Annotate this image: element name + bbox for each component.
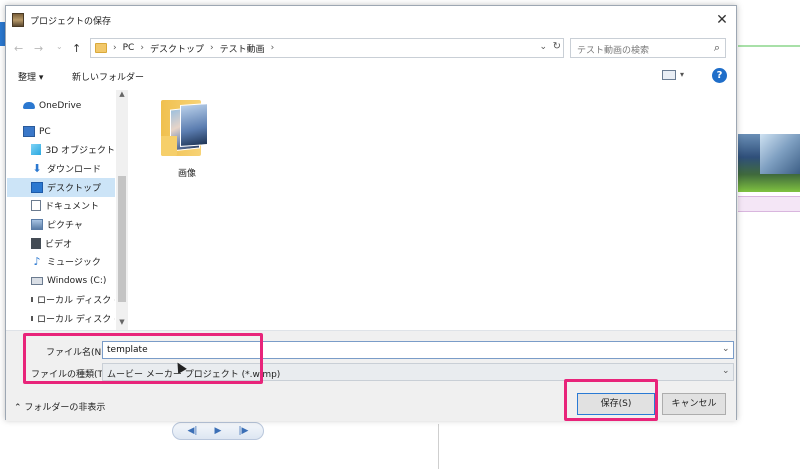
folder-preview-image: [180, 103, 208, 147]
breadcrumb-separator[interactable]: ›: [210, 43, 214, 53]
search-input[interactable]: テスト動画の検索 ⌕: [570, 38, 726, 58]
sidebar-item-label: ドキュメント: [45, 202, 100, 212]
sidebar-item-label: PC: [39, 126, 51, 137]
sidebar-item-label: デスクトップ: [47, 184, 102, 194]
video-icon: [31, 238, 41, 249]
save-project-dialog: プロジェクトの保存 ✕ ← → ⌄ ↑ › PC › デスクトップ › テスト動…: [5, 5, 737, 421]
help-icon[interactable]: ?: [712, 68, 727, 83]
annotation-highlight-save: [564, 379, 658, 421]
chevron-up-icon: ⌃: [14, 403, 22, 413]
recent-locations-icon[interactable]: ⌄: [56, 42, 63, 51]
sidebar-item-music[interactable]: ♪ ミュージック: [7, 252, 115, 271]
hide-folders-toggle[interactable]: ⌃ フォルダーの非表示: [14, 400, 105, 413]
download-icon: ⬇: [32, 162, 42, 175]
breadcrumb-test-video[interactable]: テスト動画: [220, 42, 265, 55]
folder-front-flap: [161, 136, 177, 156]
view-options-icon[interactable]: [662, 70, 676, 80]
breadcrumb-separator[interactable]: ›: [271, 43, 275, 53]
video-thumbnail: [760, 134, 800, 174]
sidebar-item-label: ローカル ディスク (E: [37, 315, 115, 325]
sidebar-item-label: ビデオ: [45, 240, 73, 250]
computer-icon: [23, 126, 35, 137]
chevron-down-icon[interactable]: ▾: [680, 70, 684, 79]
refresh-icon[interactable]: ↻: [553, 41, 561, 52]
drive-icon: [31, 276, 43, 285]
dialog-titlebar: プロジェクトの保存 ✕: [6, 6, 736, 34]
previous-frame-icon[interactable]: ◀|: [188, 426, 198, 436]
sidebar-item-label: ピクチャ: [47, 221, 83, 231]
sidebar-item-label: ダウンロード: [47, 165, 102, 175]
sidebar-item-label: ミュージック: [47, 258, 101, 268]
sidebar-item-onedrive[interactable]: OneDrive: [7, 96, 115, 115]
hide-folders-label: フォルダーの非表示: [24, 403, 106, 413]
breadcrumb-separator[interactable]: ›: [113, 43, 117, 53]
sidebar-item-local-disk-e[interactable]: ローカル ディスク (E: [7, 309, 115, 328]
forward-arrow-icon[interactable]: →: [34, 42, 43, 55]
search-placeholder: テスト動画の検索: [577, 46, 650, 56]
back-arrow-icon[interactable]: ←: [14, 42, 23, 55]
folder-item[interactable]: 画像: [156, 96, 218, 184]
playback-controls[interactable]: ◀| ▶ |▶: [172, 422, 264, 440]
address-bar[interactable]: › PC › デスクトップ › テスト動画 › ⌄ ↻: [90, 38, 564, 58]
cloud-icon: [23, 102, 35, 109]
annotation-highlight-form: [23, 333, 263, 384]
chevron-down-icon[interactable]: ⌄: [722, 344, 730, 354]
chevron-down-icon[interactable]: ▼: [116, 318, 128, 330]
folder-label: 画像: [177, 169, 196, 179]
breadcrumb-desktop[interactable]: デスクトップ: [150, 42, 204, 55]
document-icon: [31, 200, 41, 211]
navigation-pane: OneDrive PC 3D オブジェクト ⬇ ダウンロード デスクトップ ドキ…: [7, 90, 115, 330]
search-icon[interactable]: ⌕: [714, 41, 720, 55]
sidebar-item-windows-c[interactable]: Windows (C:): [7, 271, 115, 290]
cube-icon: [31, 144, 42, 155]
navigation-scrollbar[interactable]: ▲ ▼: [116, 90, 128, 330]
sidebar-item-desktop[interactable]: デスクトップ: [7, 178, 115, 197]
breadcrumb-separator[interactable]: ›: [140, 43, 144, 53]
new-folder-button[interactable]: 新しいフォルダー: [72, 70, 144, 83]
breadcrumb-pc[interactable]: PC: [123, 43, 135, 53]
picture-icon: [31, 219, 43, 230]
sidebar-item-videos[interactable]: ビデオ: [7, 234, 115, 253]
cancel-button[interactable]: キャンセル: [662, 393, 726, 415]
sidebar-item-pictures[interactable]: ピクチャ: [7, 215, 115, 234]
folder-icon: [95, 43, 107, 53]
sidebar-item-documents[interactable]: ドキュメント: [7, 196, 115, 215]
drive-icon: [31, 316, 33, 321]
chevron-up-icon[interactable]: ▲: [116, 90, 128, 102]
timeline-caption-bar: [738, 196, 800, 212]
sidebar-item-label: ローカル ディスク (D: [37, 296, 115, 306]
sidebar-item-pc[interactable]: PC: [7, 122, 115, 141]
desktop-icon: [31, 182, 43, 193]
chevron-down-icon[interactable]: ⌄: [722, 366, 730, 376]
next-frame-icon[interactable]: |▶: [239, 426, 249, 436]
command-toolbar: 整理 ▾ 新しいフォルダー ▾ ?: [6, 64, 736, 90]
timeline-top-line: [738, 45, 800, 47]
drive-icon: [31, 297, 33, 302]
sidebar-item-label: OneDrive: [39, 100, 82, 111]
music-icon: ♪: [33, 255, 41, 268]
up-arrow-icon[interactable]: ↑: [72, 42, 81, 55]
play-icon[interactable]: ▶: [215, 426, 222, 436]
sidebar-item-label: Windows (C:): [47, 275, 107, 286]
file-list: 画像: [130, 90, 736, 330]
scrollbar-thumb[interactable]: [118, 176, 126, 302]
close-button[interactable]: ✕: [712, 10, 732, 30]
sidebar-item-local-disk-d[interactable]: ローカル ディスク (D: [7, 290, 115, 309]
panel-divider: [438, 424, 439, 469]
sidebar-item-label: 3D オブジェクト: [45, 146, 115, 156]
sidebar-item-downloads[interactable]: ⬇ ダウンロード: [7, 159, 115, 178]
dialog-title: プロジェクトの保存: [30, 16, 112, 27]
navigation-row: ← → ⌄ ↑ › PC › デスクトップ › テスト動画 › ⌄ ↻ テスト動…: [6, 36, 736, 62]
movie-maker-icon: [12, 13, 24, 27]
sidebar-item-3d-objects[interactable]: 3D オブジェクト: [7, 140, 115, 159]
organize-menu[interactable]: 整理 ▾: [18, 70, 43, 83]
chevron-down-icon[interactable]: ⌄: [539, 42, 547, 52]
